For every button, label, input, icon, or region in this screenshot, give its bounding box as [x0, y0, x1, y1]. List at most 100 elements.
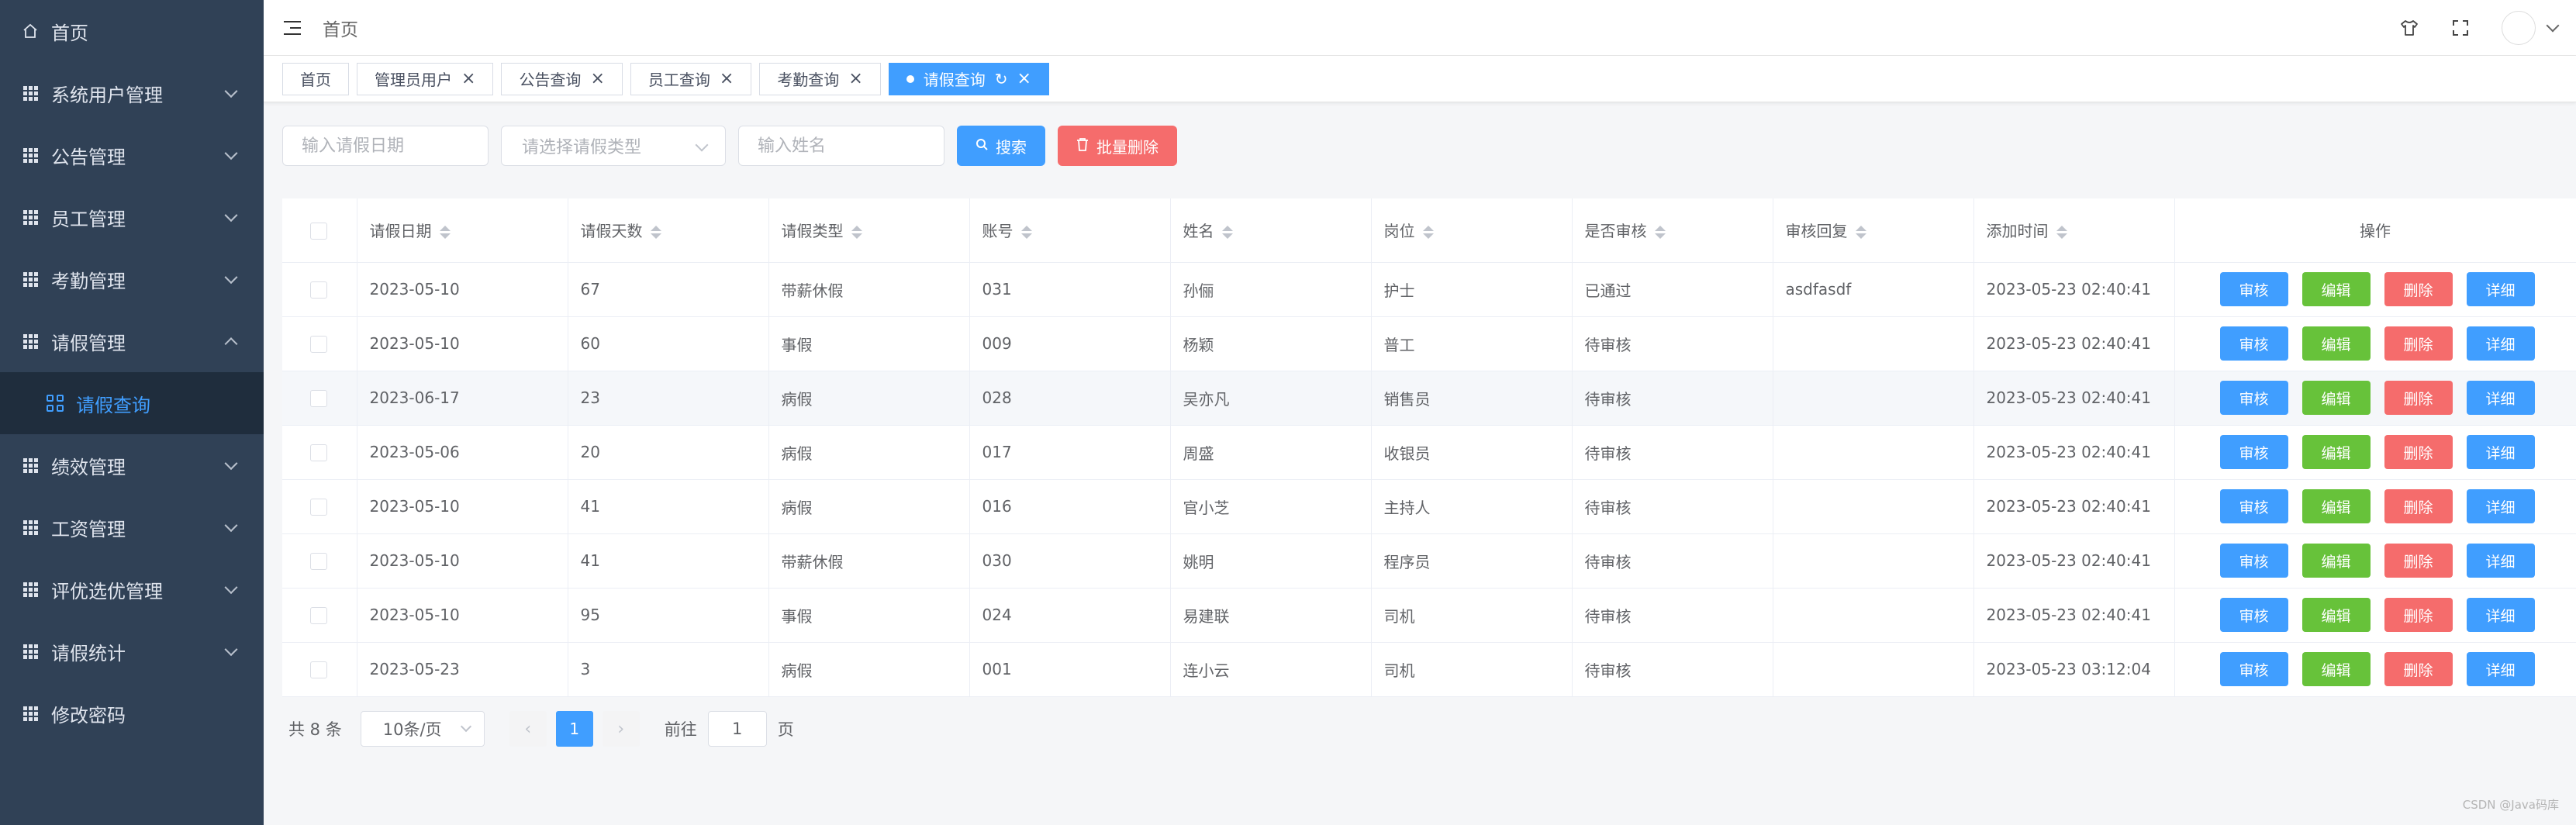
column-header-8[interactable]: 添加时间 [1973, 198, 2175, 263]
column-header-6[interactable]: 是否审核 [1572, 198, 1773, 263]
tag-5[interactable]: 请假查询 ↻ × [888, 62, 1049, 95]
review-button[interactable]: 审核 [2219, 435, 2288, 469]
row-checkbox[interactable] [310, 661, 327, 679]
sidebar-item-0[interactable]: 首页 [0, 0, 264, 62]
tag-3[interactable]: 员工查询 × [630, 62, 752, 95]
row-checkbox[interactable] [310, 336, 327, 354]
column-header-5[interactable]: 岗位 [1371, 198, 1573, 263]
sort-icon[interactable] [1020, 226, 1032, 240]
review-button[interactable]: 审核 [2219, 652, 2288, 686]
sidebar-item-5[interactable]: 请假管理 [0, 310, 264, 372]
edit-button[interactable]: 编辑 [2301, 544, 2371, 578]
close-icon[interactable]: × [848, 69, 862, 88]
edit-button[interactable]: 编辑 [2301, 489, 2371, 523]
table-row[interactable]: 2023-05-10 41 带薪休假 030 姚明 程序员 待审核 2023-05-23 02… [282, 533, 2576, 589]
close-icon[interactable]: × [461, 69, 475, 88]
table-row[interactable]: 2023-05-10 95 事假 024 易建联 司机 待审核 2023-05-23 02:4… [282, 588, 2576, 643]
sort-icon[interactable] [2056, 226, 2067, 240]
row-checkbox[interactable] [310, 444, 327, 462]
delete-button[interactable]: 删除 [2384, 489, 2453, 523]
row-checkbox[interactable] [310, 499, 327, 516]
leave-date-input[interactable] [282, 126, 489, 166]
fullscreen-icon[interactable] [2450, 18, 2471, 38]
goto-page-input[interactable] [707, 711, 767, 747]
sidebar-item-3[interactable]: 员工管理 [0, 186, 264, 248]
edit-button[interactable]: 编辑 [2301, 435, 2371, 469]
chevron-down-icon[interactable] [2546, 19, 2560, 33]
review-button[interactable]: 审核 [2219, 272, 2288, 306]
review-button[interactable]: 审核 [2219, 598, 2288, 632]
table-row[interactable]: 2023-05-10 41 病假 016 官小芝 主持人 待审核 2023-05-23 02:… [282, 479, 2576, 534]
delete-button[interactable]: 删除 [2384, 652, 2453, 686]
page-size-select[interactable]: 10条/页 [360, 711, 485, 747]
review-button[interactable]: 审核 [2219, 326, 2288, 361]
page-number-current[interactable]: 1 [555, 711, 593, 747]
close-icon[interactable]: × [720, 69, 734, 88]
edit-button[interactable]: 编辑 [2301, 598, 2371, 632]
delete-button[interactable]: 删除 [2384, 381, 2453, 415]
sort-icon[interactable] [1855, 226, 1866, 240]
detail-button[interactable]: 详细 [2466, 326, 2535, 361]
refresh-icon[interactable]: ↻ [995, 70, 1008, 88]
select-all-checkbox[interactable] [310, 223, 327, 240]
detail-button[interactable]: 详细 [2466, 435, 2535, 469]
column-header-1[interactable]: 请假天数 [568, 198, 769, 263]
table-row[interactable]: 2023-05-06 20 病假 017 周盛 收银员 待审核 2023-05-23 02:4… [282, 425, 2576, 480]
delete-button[interactable]: 删除 [2384, 272, 2453, 306]
sort-icon[interactable] [851, 226, 862, 240]
table-row[interactable]: 2023-05-10 67 带薪休假 031 孙俪 护士 已通过 asdfasdf 2023-0… [282, 262, 2576, 317]
column-header-0[interactable]: 请假日期 [357, 198, 568, 263]
name-input[interactable] [738, 126, 944, 166]
column-header-2[interactable]: 请假类型 [768, 198, 970, 263]
detail-button[interactable]: 详细 [2466, 544, 2535, 578]
edit-button[interactable]: 编辑 [2301, 272, 2371, 306]
next-page-button[interactable]: › [602, 711, 640, 747]
sidebar-item-10[interactable]: 请假统计 [0, 620, 264, 682]
sort-icon[interactable] [650, 226, 661, 240]
column-header-3[interactable]: 账号 [969, 198, 1171, 263]
detail-button[interactable]: 详细 [2466, 381, 2535, 415]
hamburger-icon[interactable] [284, 20, 301, 35]
tag-4[interactable]: 考勤查询 × [759, 62, 881, 95]
tag-0[interactable]: 首页 [282, 62, 349, 95]
table-row[interactable]: 2023-06-17 23 病假 028 吴亦凡 销售员 待审核 2023-05-23 02:… [282, 371, 2576, 426]
leave-type-select[interactable]: 请选择请假类型 [501, 126, 726, 166]
sidebar-item-4[interactable]: 考勤管理 [0, 248, 264, 310]
detail-button[interactable]: 详细 [2466, 489, 2535, 523]
delete-button[interactable]: 删除 [2384, 598, 2453, 632]
table-row[interactable]: 2023-05-10 60 事假 009 杨颖 普工 待审核 2023-05-23 02:40… [282, 316, 2576, 371]
close-icon[interactable]: × [1017, 69, 1031, 88]
delete-button[interactable]: 删除 [2384, 435, 2453, 469]
sort-icon[interactable] [439, 226, 451, 240]
column-header-7[interactable]: 审核回复 [1773, 198, 1974, 263]
detail-button[interactable]: 详细 [2466, 598, 2535, 632]
sidebar-item-7[interactable]: 绩效管理 [0, 434, 264, 496]
batch-delete-button[interactable]: 批量删除 [1058, 126, 1177, 166]
detail-button[interactable]: 详细 [2466, 652, 2535, 686]
prev-page-button[interactable]: ‹ [509, 711, 547, 747]
theme-shirt-icon[interactable] [2399, 18, 2419, 38]
delete-button[interactable]: 删除 [2384, 544, 2453, 578]
sidebar-item-9[interactable]: 评优选优管理 [0, 558, 264, 620]
column-header-4[interactable]: 姓名 [1170, 198, 1372, 263]
row-checkbox[interactable] [310, 607, 327, 625]
sidebar-item-6[interactable]: 请假查询 [0, 372, 264, 434]
edit-button[interactable]: 编辑 [2301, 326, 2371, 361]
avatar[interactable] [2502, 11, 2536, 45]
sidebar-item-2[interactable]: 公告管理 [0, 124, 264, 186]
tag-2[interactable]: 公告查询 × [501, 62, 623, 95]
sidebar-item-1[interactable]: 系统用户管理 [0, 62, 264, 124]
row-checkbox[interactable] [310, 553, 327, 571]
review-button[interactable]: 审核 [2219, 544, 2288, 578]
review-button[interactable]: 审核 [2219, 489, 2288, 523]
sidebar-item-11[interactable]: 修改密码 [0, 682, 264, 744]
detail-button[interactable]: 详细 [2466, 272, 2535, 306]
close-icon[interactable]: × [590, 69, 604, 88]
review-button[interactable]: 审核 [2219, 381, 2288, 415]
search-button[interactable]: 搜索 [957, 126, 1045, 166]
table-row[interactable]: 2023-05-23 3 病假 001 连小云 司机 待审核 2023-05-23 03:12… [282, 642, 2576, 697]
edit-button[interactable]: 编辑 [2301, 381, 2371, 415]
tag-1[interactable]: 管理员用户 × [357, 62, 494, 95]
delete-button[interactable]: 删除 [2384, 326, 2453, 361]
sort-icon[interactable] [1422, 226, 1434, 240]
